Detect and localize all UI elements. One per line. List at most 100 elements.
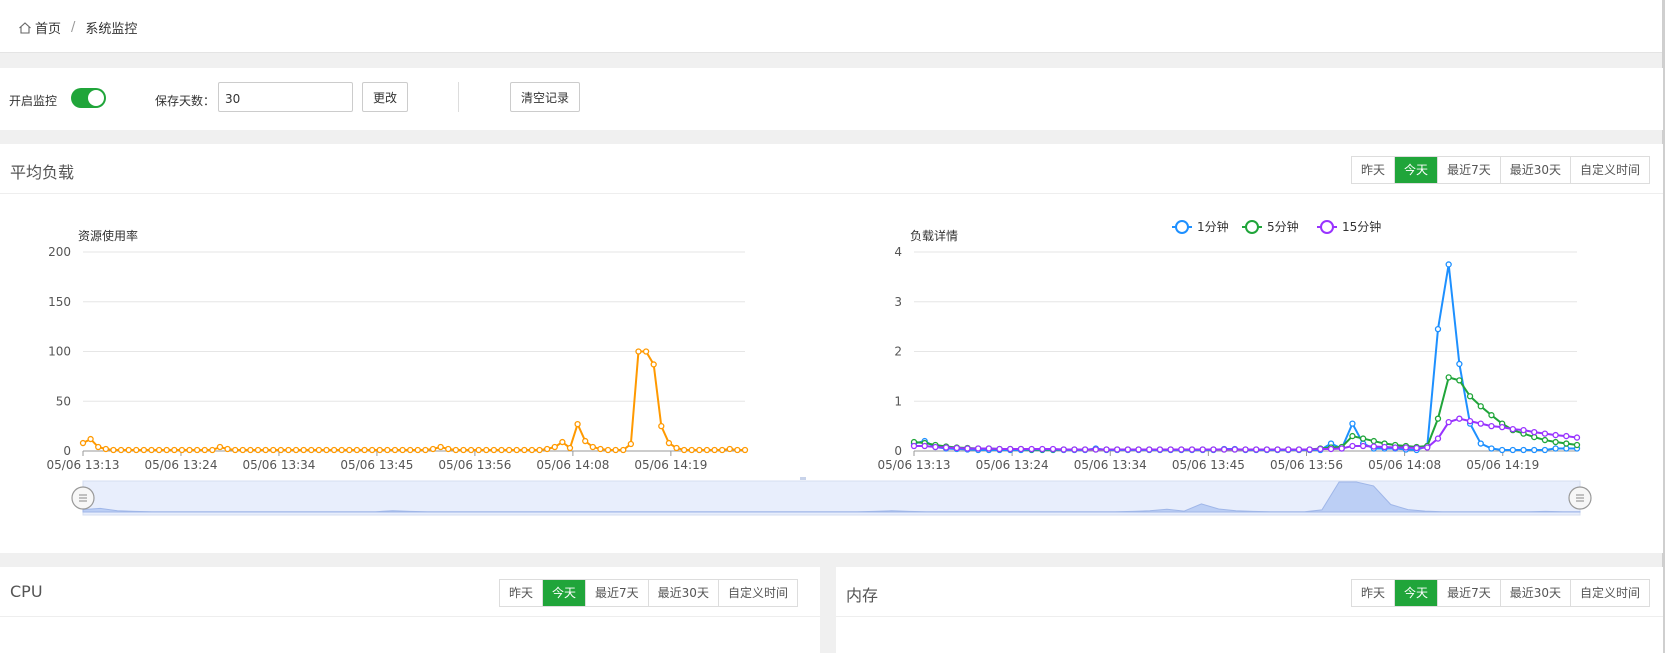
- tab-last-30-days[interactable]: 最近30天: [1499, 580, 1570, 606]
- data-point: [1477, 420, 1484, 427]
- data-point: [368, 446, 376, 454]
- data-point: [407, 446, 414, 454]
- monitor-toggle[interactable]: [71, 88, 106, 108]
- data-point: [734, 446, 741, 454]
- clear-records-button[interactable]: 清空记录: [510, 82, 580, 112]
- cpu-panel-header: CPU 昨天 今天 最近7天 最近30天 自定义时间: [0, 567, 820, 617]
- tab-last-30-days[interactable]: 最近30天: [647, 580, 718, 606]
- data-point: [483, 446, 490, 454]
- data-point: [719, 446, 726, 454]
- tab-custom-time[interactable]: 自定义时间: [1569, 157, 1649, 183]
- zoom-handle-right[interactable]: [1568, 486, 1592, 510]
- top-bar: 首页 / 系统监控: [0, 0, 1663, 53]
- breadcrumb-separator: /: [71, 20, 76, 35]
- data-point: [1466, 393, 1474, 400]
- data-point: [1188, 446, 1196, 453]
- tab-last-7-days[interactable]: 最近7天: [585, 580, 648, 606]
- data-point: [528, 446, 536, 454]
- monitor-controls: 开启监控 保存天数： 更改 清空记录: [0, 68, 1663, 130]
- legend-label: 1分钟: [1197, 219, 1229, 234]
- data-point: [384, 446, 391, 454]
- divider: [458, 82, 459, 112]
- data-point: [1381, 443, 1388, 451]
- legend-item-2[interactable]: 15分钟: [1317, 219, 1381, 234]
- data-point: [186, 446, 193, 454]
- cpu-panel-title: CPU: [10, 582, 43, 601]
- memory-range-tabs: 昨天 今天 最近7天 最近30天 自定义时间: [1351, 579, 1650, 607]
- data-point: [1563, 440, 1570, 447]
- breadcrumb-home[interactable]: 首页: [35, 18, 61, 37]
- memory-panel-title: 内存: [846, 586, 879, 605]
- data-point: [964, 445, 971, 452]
- data-point: [627, 440, 635, 448]
- data-point: [148, 446, 155, 454]
- tab-yesterday[interactable]: 昨天: [1352, 157, 1395, 183]
- tab-yesterday[interactable]: 昨天: [1352, 580, 1395, 606]
- legend-item-0[interactable]: 1分钟: [1172, 219, 1229, 234]
- data-point: [1520, 446, 1527, 454]
- data-point: [1349, 442, 1356, 450]
- memory-panel-header: 内存 昨天 今天 最近7天 最近30天 自定义时间: [836, 567, 1663, 617]
- data-point: [696, 446, 703, 454]
- data-point: [445, 445, 452, 453]
- tab-today[interactable]: 今天: [542, 580, 586, 606]
- data-point: [1370, 443, 1377, 450]
- change-button[interactable]: 更改: [362, 82, 408, 112]
- tab-last-30-days[interactable]: 最近30天: [1499, 157, 1570, 183]
- data-point: [1477, 440, 1484, 447]
- tab-today[interactable]: 今天: [1394, 157, 1438, 183]
- data-point: [1563, 432, 1570, 440]
- data-point: [224, 445, 231, 453]
- data-point: [193, 446, 201, 454]
- zoom-slider-drag-bar: [800, 477, 806, 480]
- data-point: [1445, 418, 1452, 426]
- tab-custom-time[interactable]: 自定义时间: [717, 580, 797, 606]
- data-point: [1092, 446, 1099, 453]
- x-tick-label: 05/06 13:45: [1172, 458, 1245, 472]
- data-point: [102, 445, 109, 453]
- data-point: [163, 446, 170, 454]
- data-point: [209, 446, 216, 454]
- tab-today[interactable]: 今天: [1394, 580, 1438, 606]
- data-point: [582, 437, 589, 445]
- data-point: [1306, 446, 1313, 453]
- data-point: [1424, 444, 1431, 451]
- data-point: [544, 445, 551, 453]
- x-tick-label: 05/06 13:45: [340, 458, 413, 472]
- y-tick-label: 100: [48, 345, 71, 359]
- data-point: [1231, 446, 1238, 453]
- data-point: [1531, 446, 1538, 454]
- tab-last-7-days[interactable]: 最近7天: [1437, 157, 1500, 183]
- data-point: [1317, 445, 1324, 453]
- data-point: [399, 446, 406, 454]
- data-point: [658, 422, 665, 430]
- home-icon[interactable]: [18, 21, 32, 35]
- data-point: [1445, 261, 1452, 268]
- data-point: [247, 446, 254, 454]
- data-point: [1060, 446, 1067, 453]
- data-point: [262, 446, 269, 454]
- retention-days-input[interactable]: [218, 82, 353, 112]
- legend-item-1[interactable]: 5分钟: [1242, 219, 1299, 234]
- data-point: [232, 446, 239, 454]
- data-point: [726, 445, 733, 453]
- legend-marker: [1320, 220, 1334, 234]
- legend-marker: [1175, 220, 1189, 234]
- chart-title-load: 负载详情: [910, 228, 958, 243]
- data-point: [414, 446, 421, 454]
- data-point: [475, 446, 482, 454]
- series-points-load-2: [910, 415, 1581, 453]
- data-point: [1017, 445, 1025, 453]
- data-point: [1370, 437, 1377, 445]
- zoom-handle-left[interactable]: [71, 486, 95, 510]
- tab-last-7-days[interactable]: 最近7天: [1437, 580, 1500, 606]
- data-point: [323, 446, 330, 454]
- data-point: [665, 439, 673, 447]
- data-point: [574, 420, 581, 428]
- data-point: [1295, 446, 1303, 453]
- data-point: [1135, 446, 1142, 453]
- tab-custom-time[interactable]: 自定义时间: [1569, 580, 1649, 606]
- data-point: [953, 444, 960, 452]
- data-point: [285, 446, 292, 454]
- tab-yesterday[interactable]: 昨天: [500, 580, 543, 606]
